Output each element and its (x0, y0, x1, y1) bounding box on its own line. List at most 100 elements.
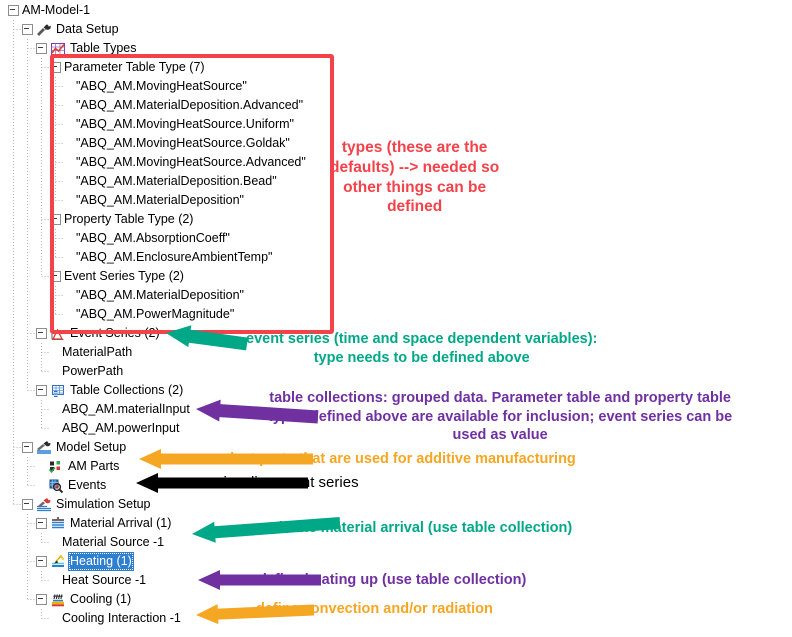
tree-item-pt-movingheatsource[interactable]: "ABQ_AM.MovingHeatSource" (0, 77, 249, 96)
expander-collapse-icon[interactable] (36, 385, 47, 396)
wrench-blue-icon (36, 440, 52, 456)
tree-item-label: "ABQ_AM.MovingHeatSource" (76, 79, 247, 93)
tree-item-est-powermagnitude[interactable]: "ABQ_AM.PowerMagnitude" (0, 305, 236, 324)
tree-item-label: Property Table Type (2) (64, 212, 194, 226)
tree-item-label: Data Setup (56, 22, 119, 36)
tree-item-pt-materialdeposition-adv[interactable]: "ABQ_AM.MaterialDeposition.Advanced" (0, 96, 305, 115)
tree-item-pt-materialdeposition-bead[interactable]: "ABQ_AM.MaterialDeposition.Bead" (0, 172, 279, 191)
expander-collapse-icon[interactable] (36, 43, 47, 54)
annotation-line: other things can be (343, 178, 487, 196)
table-collection-icon (50, 383, 66, 399)
tree-item-events[interactable]: Events (0, 476, 108, 495)
tree-item-est-materialdeposition[interactable]: "ABQ_AM.MaterialDeposition" (0, 286, 246, 305)
tree-item-label: ABQ_AM.powerInput (62, 421, 180, 435)
tree-item-label: Model Setup (56, 440, 127, 454)
tree-item-material-source-1[interactable]: Material Source -1 (0, 533, 166, 552)
tree-item-am-model-1[interactable]: AM-Model-1 (0, 1, 92, 20)
tree-item-am-parts[interactable]: AM Parts (0, 457, 121, 476)
tree-item-label: ABQ_AM.materialInput (62, 402, 190, 416)
tree-item-label: AM-Model-1 (22, 3, 91, 17)
annotation-heating-note: define heating up (use table collection) (258, 571, 526, 590)
tree-item-label: Table Collections (2) (70, 383, 184, 397)
tree-item-parameter-table-type[interactable]: Parameter Table Type (7) (0, 58, 207, 77)
tree-item-pt-movingheatsource-goldak[interactable]: "ABQ_AM.MovingHeatSource.Goldak" (0, 134, 292, 153)
tree-item-event-series-type[interactable]: Event Series Type (2) (0, 267, 186, 286)
annotation-events-note: visualize event series (216, 473, 359, 492)
table-chart-icon (50, 41, 66, 57)
tree-item-label: "ABQ_AM.MaterialDeposition" (76, 288, 244, 302)
am-parts-icon (48, 459, 64, 475)
tree-item-pt-movingheatsource-uniform[interactable]: "ABQ_AM.MovingHeatSource.Uniform" (0, 115, 296, 134)
annotation-am-parts-note: select parts that are used for additive … (214, 450, 576, 469)
tree-item-table-types[interactable]: Table Types (0, 39, 138, 58)
tree-item-label: PowerPath (62, 364, 124, 378)
tree-item-label: "ABQ_AM.MovingHeatSource.Advanced" (76, 155, 306, 169)
expander-collapse-icon[interactable] (36, 556, 47, 567)
wrench-red-icon (36, 497, 52, 513)
expander-collapse-icon[interactable] (8, 5, 19, 16)
tree-item-label: "ABQ_AM.AbsorptionCoeff" (76, 231, 230, 245)
annotation-line: defaults) --> needed so (330, 158, 500, 176)
tree-item-label: Material Source -1 (62, 535, 165, 549)
annotation-line: define material arrival (use table colle… (274, 520, 573, 536)
tree-item-label: Events (68, 478, 107, 492)
tree-item-cooling-interaction-1[interactable]: Cooling Interaction -1 (0, 609, 183, 628)
tree-item-label: "ABQ_AM.EnclosureAmbientTemp" (76, 250, 273, 264)
tree-item-pt-materialdeposition[interactable]: "ABQ_AM.MaterialDeposition" (0, 191, 246, 210)
tree-item-model-setup[interactable]: Model Setup (0, 438, 128, 457)
tree-item-data-setup[interactable]: Data Setup (0, 20, 121, 39)
tree-item-simulation-setup[interactable]: Simulation Setup (0, 495, 153, 514)
tree-item-prop-enclosureambienttemp[interactable]: "ABQ_AM.EnclosureAmbientTemp" (0, 248, 274, 267)
annotation-line: event series (time and space dependent v… (246, 331, 598, 347)
tree-item-pt-movingheatsource-adv[interactable]: "ABQ_AM.MovingHeatSource.Advanced" (0, 153, 308, 172)
tree-item-label: Cooling (1) (70, 592, 132, 606)
tree-item-tc-powerinput[interactable]: ABQ_AM.powerInput (0, 419, 181, 438)
tree-item-label: "ABQ_AM.MaterialDeposition.Advanced" (76, 98, 304, 112)
event-series-icon (50, 326, 66, 342)
tree-item-materialpath[interactable]: MaterialPath (0, 343, 134, 362)
wrench-dark-icon (36, 22, 52, 38)
tree-item-material-arrival[interactable]: Material Arrival (1) (0, 514, 173, 533)
tree-item-label: "ABQ_AM.MovingHeatSource.Uniform" (76, 117, 294, 131)
tree-item-label: Table Types (70, 41, 137, 55)
expander-collapse-icon[interactable] (22, 499, 33, 510)
tree-item-cooling[interactable]: Cooling (1) (0, 590, 133, 609)
tree-item-label: "ABQ_AM.MovingHeatSource.Goldak" (76, 136, 290, 150)
expander-collapse-icon[interactable] (36, 518, 47, 529)
tree-item-label: AM Parts (68, 459, 120, 473)
tree-item-label: Event Series Type (2) (64, 269, 184, 283)
expander-collapse-icon[interactable] (36, 328, 47, 339)
tree-item-event-series[interactable]: Event Series (2) (0, 324, 162, 343)
expander-collapse-icon[interactable] (22, 442, 33, 453)
tree-item-label: Heating (1) (68, 552, 134, 571)
tree-item-prop-absorptioncoeff[interactable]: "ABQ_AM.AbsorptionCoeff" (0, 229, 232, 248)
tree-item-label: Event Series (2) (70, 326, 160, 340)
annotation-line: defined (387, 198, 443, 216)
tree-item-label: Material Arrival (1) (70, 516, 172, 530)
annotation-line: table collections: grouped data. Paramet… (269, 390, 731, 406)
tree-item-powerpath[interactable]: PowerPath (0, 362, 125, 381)
expander-collapse-icon[interactable] (50, 62, 61, 73)
cooling-icon (50, 592, 66, 608)
annotation-line: select parts that are used for additive … (214, 451, 576, 467)
expander-collapse-icon[interactable] (36, 594, 47, 605)
tree-item-label: Heat Source -1 (62, 573, 147, 587)
tree-item-label: "ABQ_AM.MaterialDeposition.Bead" (76, 174, 277, 188)
annotation-cooling-note: define convection and/or radiation (256, 600, 493, 619)
tree-item-tc-materialinput[interactable]: ABQ_AM.materialInput (0, 400, 192, 419)
tree-item-table-collections[interactable]: Table Collections (2) (0, 381, 185, 400)
tree-item-heat-source-1[interactable]: Heat Source -1 (0, 571, 148, 590)
annotation-line: used as value (452, 427, 548, 444)
annotation-line: visualize event series (216, 474, 359, 491)
expander-collapse-icon[interactable] (50, 271, 61, 282)
tree-item-heating[interactable]: Heating (1) (0, 552, 134, 571)
events-magnifier-icon (48, 478, 64, 494)
annotation-line: types (these are the (341, 139, 488, 156)
expander-collapse-icon[interactable] (22, 24, 33, 35)
annotation-event-series-note: event series (time and space dependent v… (246, 330, 597, 367)
expander-collapse-icon[interactable] (50, 214, 61, 225)
tree-item-label: Cooling Interaction -1 (62, 611, 181, 625)
annotation-line: define convection and/or radiation (256, 601, 493, 617)
tree-item-property-table-type[interactable]: Property Table Type (2) (0, 210, 195, 229)
annotation-line: types defined above are available for in… (268, 408, 733, 425)
